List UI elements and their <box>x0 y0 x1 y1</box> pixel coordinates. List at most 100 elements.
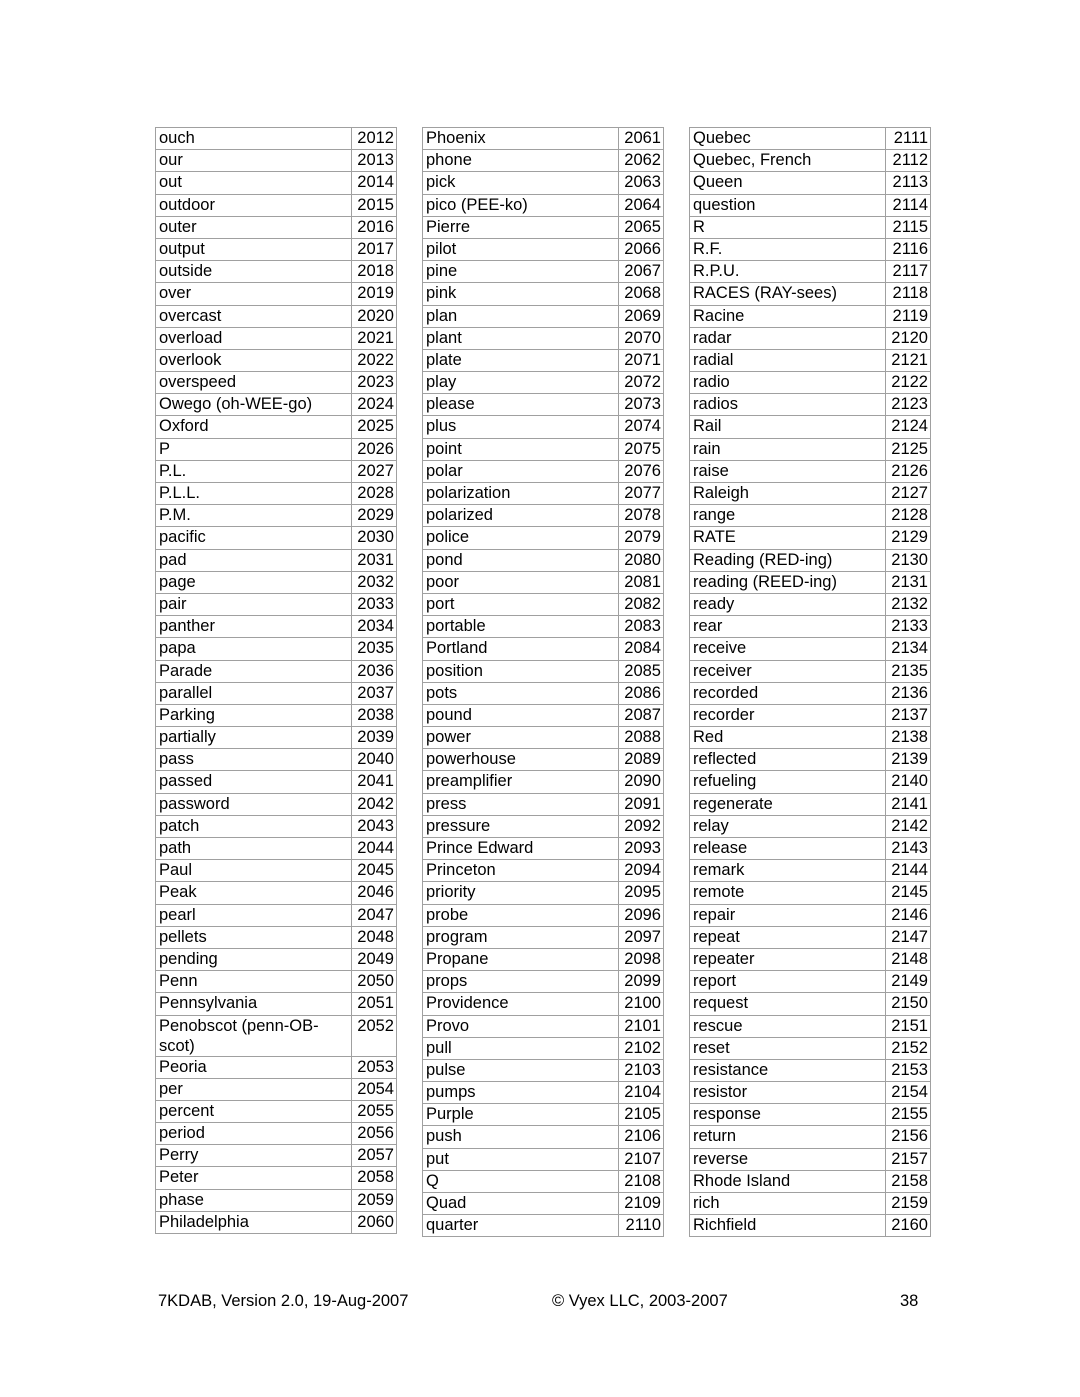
table-row: radio 2122 <box>689 371 931 395</box>
table-row: Red 2138 <box>689 726 931 750</box>
code-cell: 2041 <box>351 770 397 794</box>
table-row: pink 2068 <box>422 282 664 306</box>
word-cell: radios <box>689 393 886 417</box>
word-cell: radio <box>689 371 886 395</box>
word-cell: relay <box>689 814 886 839</box>
table-row: Purple 2105 <box>422 1103 664 1127</box>
code-cell: 2152 <box>885 1036 931 1060</box>
code-cell: 2107 <box>618 1147 664 1171</box>
word-cell: rear <box>689 615 886 639</box>
word-cell: preamplifier <box>422 770 619 794</box>
word-cell: out <box>155 171 352 195</box>
code-cell: 2139 <box>885 748 931 772</box>
word-cell: pick <box>422 171 619 195</box>
table-row: papa 2035 <box>155 637 397 661</box>
code-cell: 2069 <box>618 304 664 328</box>
code-cell: 2075 <box>618 437 664 461</box>
word-cell: passed <box>155 770 352 794</box>
word-cell: reading (REED-ing) <box>689 570 886 594</box>
word-cell: push <box>422 1125 619 1149</box>
code-cell: 2018 <box>351 260 397 284</box>
word-cell: Propane <box>422 947 619 972</box>
table-row: plant 2070 <box>422 326 664 350</box>
word-cell: pumps <box>422 1081 619 1105</box>
code-cell: 2120 <box>885 326 931 350</box>
code-cell: 2122 <box>885 371 931 395</box>
word-cell: recorder <box>689 703 886 728</box>
word-cell: partially <box>155 726 352 750</box>
word-cell: Reading (RED-ing) <box>689 548 886 572</box>
code-cell: 2144 <box>885 859 931 883</box>
table-row: repeat 2147 <box>689 925 931 949</box>
word-cell: portable <box>422 615 619 639</box>
footer-version: 7KDAB, Version 2.0, 19-Aug-2007 <box>158 1292 409 1310</box>
code-cell: 2017 <box>351 237 397 262</box>
table-row: priority 2095 <box>422 881 664 905</box>
word-cell: power <box>422 726 619 750</box>
code-cell: 2100 <box>618 992 664 1016</box>
table-row: pending 2049 <box>155 947 397 972</box>
table-row: push 2106 <box>422 1125 664 1149</box>
word-cell: per <box>155 1077 352 1101</box>
word-cell: regenerate <box>689 792 886 816</box>
code-cell: 2097 <box>618 925 664 949</box>
code-cell: 2076 <box>618 459 664 484</box>
word-cell: pass <box>155 748 352 772</box>
code-cell: 2131 <box>885 570 931 594</box>
table-row: reverse 2157 <box>689 1147 931 1171</box>
code-cell: 2104 <box>618 1081 664 1105</box>
code-cell: 2108 <box>618 1169 664 1194</box>
code-cell: 2103 <box>618 1058 664 1083</box>
word-cell: P.M. <box>155 504 352 528</box>
table-row: P.L. 2027 <box>155 459 397 484</box>
word-cell: Parade <box>155 659 352 683</box>
word-cell: pine <box>422 260 619 284</box>
word-cell: Prince Edward <box>422 836 619 861</box>
code-cell: 2127 <box>885 481 931 506</box>
table-row: plan 2069 <box>422 304 664 328</box>
table-row: outer 2016 <box>155 215 397 239</box>
table-row: R.F. 2116 <box>689 237 931 262</box>
table-row: Rhode Island 2158 <box>689 1169 931 1194</box>
table-row: Propane 2098 <box>422 947 664 972</box>
table-row: pots 2086 <box>422 681 664 705</box>
table-row: Penobscot (penn-OB-scot) 2052 <box>155 1014 397 1057</box>
table-row: polar 2076 <box>422 459 664 484</box>
code-cell: 2070 <box>618 326 664 350</box>
code-cell: 2125 <box>885 437 931 461</box>
word-table-1: ouch 2012 our 2013 out 2014 outdoor 2015 outer 20… <box>155 126 397 1235</box>
table-row: Phoenix 2061 <box>422 126 664 151</box>
table-row: rain 2125 <box>689 437 931 461</box>
table-row: Penn 2050 <box>155 970 397 994</box>
word-cell: radar <box>689 326 886 350</box>
table-row: over 2019 <box>155 282 397 306</box>
table-row: phase 2059 <box>155 1188 397 1212</box>
word-cell: response <box>689 1103 886 1127</box>
word-cell: ouch <box>155 126 352 151</box>
table-row: power 2088 <box>422 726 664 750</box>
table-row: polarization 2077 <box>422 481 664 506</box>
table-row: Parade 2036 <box>155 659 397 683</box>
code-cell: 2160 <box>885 1214 931 1238</box>
table-row: path 2044 <box>155 836 397 861</box>
word-cell: radial <box>689 348 886 373</box>
code-cell: 2137 <box>885 703 931 728</box>
table-row: put 2107 <box>422 1147 664 1171</box>
code-cell: 2064 <box>618 193 664 217</box>
word-cell: phone <box>422 149 619 173</box>
code-cell: 2019 <box>351 282 397 306</box>
code-cell: 2057 <box>351 1144 397 1168</box>
word-cell: Penn <box>155 970 352 994</box>
code-cell: 2078 <box>618 504 664 528</box>
word-cell: pull <box>422 1036 619 1060</box>
table-row: please 2073 <box>422 393 664 417</box>
word-cell: quarter <box>422 1214 619 1238</box>
code-cell: 2141 <box>885 792 931 816</box>
word-cell: press <box>422 792 619 816</box>
table-row: reading (REED-ing) 2131 <box>689 570 931 594</box>
table-row: R 2115 <box>689 215 931 239</box>
code-cell: 2099 <box>618 970 664 994</box>
table-row: pellets 2048 <box>155 925 397 949</box>
word-cell: our <box>155 149 352 173</box>
word-cell: Phoenix <box>422 126 619 151</box>
